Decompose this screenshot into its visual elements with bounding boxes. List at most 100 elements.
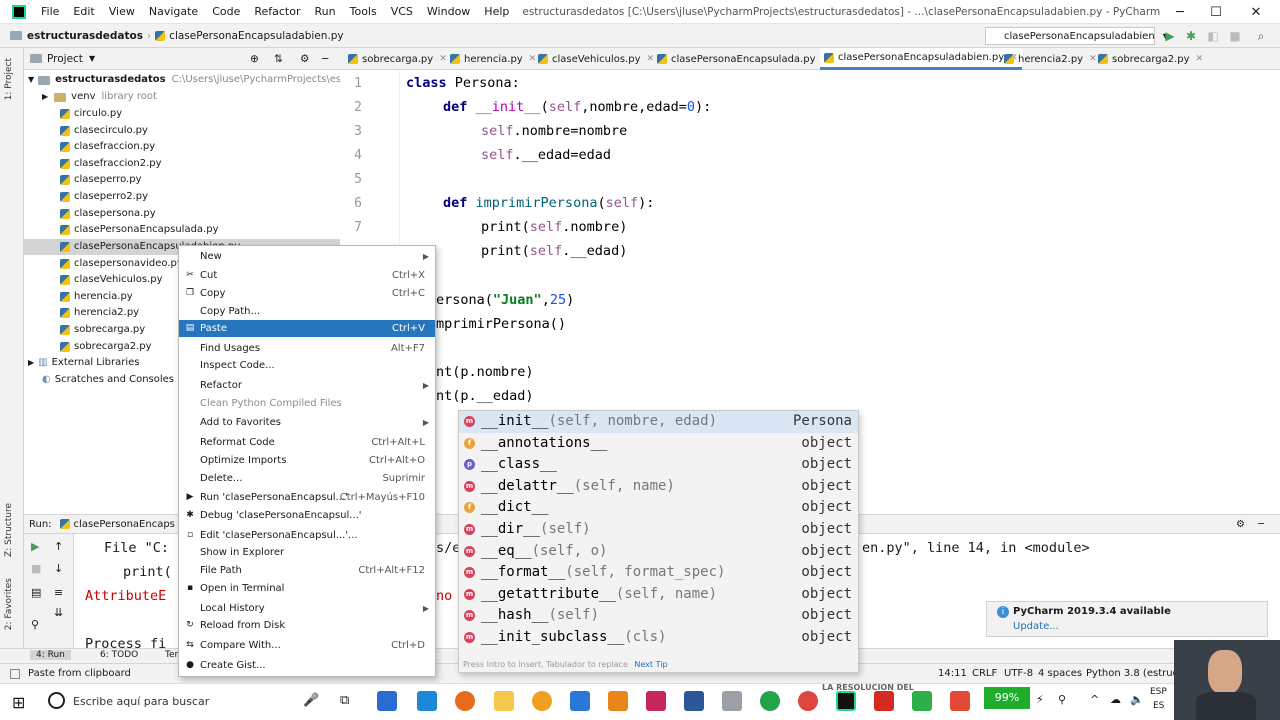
context-menu-item-find-usages[interactable]: Find Usages Alt+F7 bbox=[179, 340, 435, 357]
word-icon[interactable] bbox=[684, 691, 704, 711]
menu-code[interactable]: Code bbox=[205, 0, 247, 24]
menu-refactor[interactable]: Refactor bbox=[247, 0, 307, 24]
interpreter-selector[interactable]: Python 3.8 (estructu bbox=[1086, 668, 1188, 679]
tree-scratches[interactable]: ◐ Scratches and Consoles bbox=[42, 372, 174, 388]
menu-view[interactable]: View bbox=[102, 0, 142, 24]
completion-item[interactable]: m __format__(self, format_spec) object bbox=[459, 562, 858, 584]
sublime-icon[interactable] bbox=[608, 691, 628, 711]
completion-item[interactable]: f __annotations__ object bbox=[459, 433, 858, 455]
menu-tools[interactable]: Tools bbox=[343, 0, 384, 24]
chevron-down-icon[interactable]: ▼ bbox=[89, 54, 95, 63]
coverage-icon[interactable]: ◧ bbox=[1206, 29, 1220, 43]
line-separator[interactable]: CRLF bbox=[972, 668, 997, 679]
tab-sobrecarga2[interactable]: sobrecarga2.py ✕ bbox=[1098, 48, 1203, 70]
pin-icon[interactable]: ⚲ bbox=[31, 618, 39, 631]
context-menu-item-inspect-code[interactable]: Inspect Code... bbox=[179, 357, 435, 374]
minimize-button[interactable]: ─ bbox=[1160, 0, 1200, 24]
run-icon[interactable]: ▶ bbox=[1163, 29, 1177, 43]
completion-item[interactable]: p __class__ object bbox=[459, 454, 858, 476]
menu-navigate[interactable]: Navigate bbox=[142, 0, 205, 24]
context-menu-item-paste[interactable]: ▤ Paste Ctrl+V bbox=[179, 320, 435, 337]
breadcrumb-file[interactable]: clasePersonaEncapsuladabien.py bbox=[155, 30, 344, 42]
acrobat-icon[interactable] bbox=[874, 691, 894, 711]
soft-wrap-icon[interactable]: ≡ bbox=[54, 586, 63, 599]
gear-icon[interactable]: ⚙ bbox=[300, 53, 309, 65]
context-menu-item-cut[interactable]: ✂ Cut Ctrl+X bbox=[179, 267, 435, 284]
store-icon[interactable] bbox=[377, 691, 397, 711]
chrome-icon[interactable] bbox=[798, 691, 818, 711]
down-icon[interactable]: ↓ bbox=[54, 562, 63, 575]
volume-icon[interactable]: 🔈 bbox=[1130, 693, 1144, 706]
lync-icon[interactable] bbox=[417, 691, 437, 711]
context-menu-item-reload-from-disk[interactable]: ↻ Reload from Disk bbox=[179, 617, 435, 634]
completion-item[interactable]: m __hash__(self) object bbox=[459, 605, 858, 627]
close-icon[interactable]: ✕ bbox=[1196, 54, 1204, 64]
hide-panel-icon[interactable]: ─ bbox=[322, 53, 328, 65]
todo-tool-tab[interactable]: 6: TODO bbox=[100, 650, 138, 660]
context-menu-item-create-gist[interactable]: ● Create Gist... bbox=[179, 657, 435, 674]
menu-vcs[interactable]: VCS bbox=[384, 0, 420, 24]
language-indicator[interactable]: ESP bbox=[1150, 687, 1167, 697]
completion-item[interactable]: m __eq__(self, o) object bbox=[459, 541, 858, 563]
tree-file[interactable]: clasecirculo.py bbox=[60, 123, 148, 139]
context-menu-item-run-clasepersonaencapsul[interactable]: ▶ Run 'clasePersonaEncapsul...' Ctrl+Mayús… bbox=[179, 489, 435, 506]
task-view-icon[interactable]: ⧉ bbox=[340, 693, 349, 708]
tools-icon[interactable] bbox=[722, 691, 742, 711]
tab-clasepersonaencapsuladabien[interactable]: clasePersonaEncapsuladabien.py✕ bbox=[820, 48, 1022, 70]
tree-file[interactable]: clasefraccion.py bbox=[60, 139, 155, 155]
context-menu-item-compare-with[interactable]: ⇆ Compare With... Ctrl+D bbox=[179, 637, 435, 654]
battery-indicator[interactable]: 99% bbox=[984, 687, 1030, 709]
gear-icon[interactable]: ⚙ bbox=[1236, 519, 1245, 530]
network-icon[interactable]: ⚲ bbox=[1058, 693, 1066, 706]
project-tool-tab[interactable]: 1: Project bbox=[4, 58, 14, 100]
menu-window[interactable]: Window bbox=[420, 0, 477, 24]
context-menu-item-add-to-favorites[interactable]: Add to Favorites ▶ bbox=[179, 414, 435, 431]
context-menu-item-file-path[interactable]: File Path Ctrl+Alt+F12 bbox=[179, 562, 435, 579]
app-red-icon[interactable] bbox=[950, 691, 970, 711]
rerun-icon[interactable]: ▶ bbox=[31, 540, 39, 553]
close-icon[interactable]: ✕ bbox=[1089, 54, 1097, 64]
completion-item[interactable]: m __init__(self, nombre, edad) Persona bbox=[459, 411, 858, 433]
maximize-button[interactable]: ☐ bbox=[1196, 0, 1236, 24]
menu-file[interactable]: File bbox=[34, 0, 66, 24]
close-icon[interactable]: ✕ bbox=[647, 54, 655, 64]
context-menu-item-edit-clasepersonaencapsul[interactable]: ▫ Edit 'clasePersonaEncapsul...'... bbox=[179, 527, 435, 544]
tab-sobrecarga[interactable]: sobrecarga.py ✕ bbox=[348, 48, 447, 70]
clion-icon[interactable] bbox=[912, 691, 932, 711]
tray-chevron-icon[interactable]: ^ bbox=[1090, 693, 1099, 706]
close-icon[interactable]: ✕ bbox=[529, 54, 537, 64]
context-menu-item-debug-clasepersonaencapsul[interactable]: ✱ Debug 'clasePersonaEncapsul...' bbox=[179, 507, 435, 524]
context-menu-item-reformat-code[interactable]: Reformat Code Ctrl+Alt+L bbox=[179, 434, 435, 451]
caret-position[interactable]: 14:11 bbox=[938, 668, 967, 679]
context-menu-item-clean-python-compiled-files[interactable]: Clean Python Compiled Files bbox=[179, 395, 435, 412]
tree-file[interactable]: clasepersona.py bbox=[60, 206, 156, 222]
language-indicator-sub[interactable]: ES bbox=[1153, 701, 1164, 711]
tree-external-libraries[interactable]: ▶ ▥ External Libraries bbox=[28, 355, 139, 371]
context-menu-item-optimize-imports[interactable]: Optimize Imports Ctrl+Alt+O bbox=[179, 452, 435, 469]
media-icon[interactable] bbox=[532, 691, 552, 711]
up-icon[interactable]: ↑ bbox=[54, 540, 63, 553]
run-configuration-select[interactable]: clasePersonaEncapsuladabien ▼ bbox=[985, 27, 1169, 45]
completion-item[interactable]: m __delattr__(self, name) object bbox=[459, 476, 858, 498]
context-menu-item-delete[interactable]: Delete... Suprimir bbox=[179, 470, 435, 487]
tab-clasevehiculos[interactable]: claseVehiculos.py ✕ bbox=[538, 48, 654, 70]
context-menu-item-copy[interactable]: ❐ Copy Ctrl+C bbox=[179, 285, 435, 302]
windows-start-icon[interactable]: ⊞ bbox=[12, 693, 25, 712]
menu-edit[interactable]: Edit bbox=[66, 0, 101, 24]
tree-root[interactable]: ▼ estructurasdedatos C:\Users\jluse\Pych… bbox=[28, 72, 387, 88]
firefox-icon[interactable] bbox=[455, 691, 475, 711]
context-menu-item-refactor[interactable]: Refactor ▶ bbox=[179, 377, 435, 394]
debug-icon[interactable]: ✱ bbox=[1184, 29, 1198, 43]
context-menu-item-open-in-terminal[interactable]: ▪ Open in Terminal bbox=[179, 580, 435, 597]
menu-help[interactable]: Help bbox=[477, 0, 516, 24]
outlook-icon[interactable] bbox=[570, 691, 590, 711]
tree-file[interactable]: claseVehiculos.py bbox=[60, 272, 163, 288]
update-link[interactable]: Update... bbox=[1013, 621, 1059, 632]
file-encoding[interactable]: UTF-8 bbox=[1004, 668, 1033, 679]
tab-herencia2[interactable]: herencia2.py ✕ bbox=[1004, 48, 1097, 70]
hide-panel-icon[interactable]: ─ bbox=[1258, 519, 1264, 530]
breadcrumb-project[interactable]: estructurasdedatos bbox=[0, 30, 143, 42]
run-panel-tab[interactable]: clasePersonaEncaps bbox=[74, 519, 175, 530]
pycharm-taskbar-icon[interactable] bbox=[836, 691, 856, 711]
terminal-tool-tab[interactable]: Ter bbox=[165, 650, 178, 660]
